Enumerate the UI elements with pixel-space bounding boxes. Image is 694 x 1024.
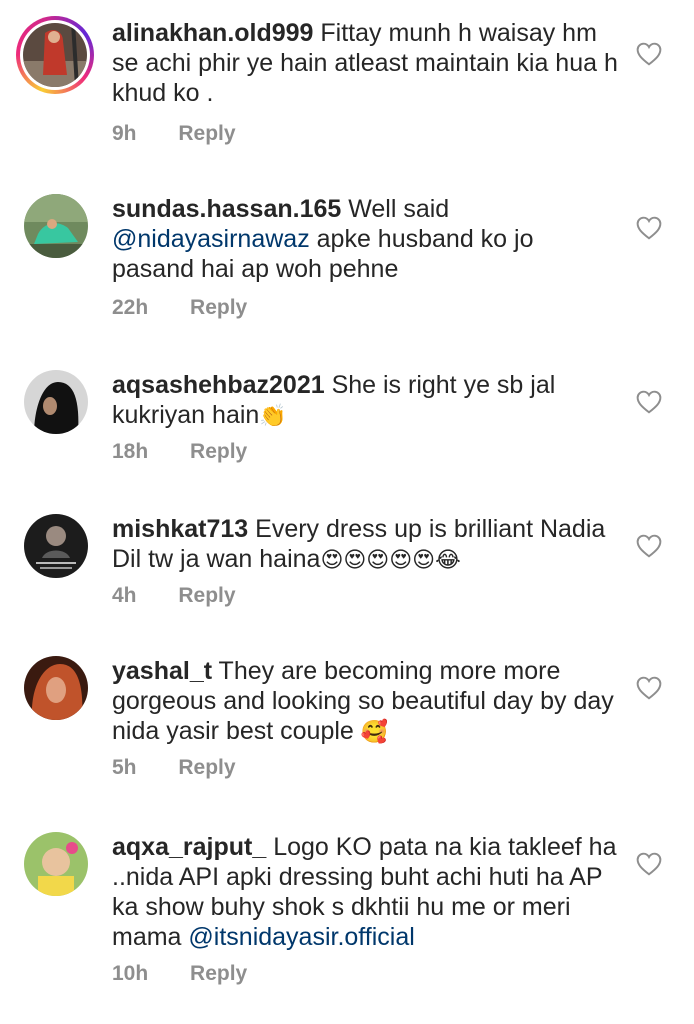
heart-outline-icon	[636, 852, 662, 876]
heart-outline-icon	[636, 216, 662, 240]
comment-time: 22h	[112, 296, 149, 319]
avatar[interactable]	[24, 514, 88, 578]
comment-text: sundas.hassan.165 Well said @nidayasirna…	[112, 194, 622, 284]
comment-meta: 5h Reply	[112, 756, 236, 780]
comment-text: mishkat713 Every dress up is brilliant N…	[112, 514, 622, 576]
avatar[interactable]	[24, 832, 88, 896]
reply-button[interactable]: Reply	[190, 440, 247, 464]
like-button[interactable]	[636, 534, 664, 560]
like-button[interactable]	[636, 42, 664, 68]
smiling-hearts-emoji: 🥰	[360, 720, 389, 745]
avatar-image-icon	[24, 656, 88, 720]
comment-body: Well said	[341, 195, 450, 223]
comment-time: 5h	[112, 756, 137, 779]
like-button[interactable]	[636, 676, 664, 702]
like-button[interactable]	[636, 852, 664, 878]
comment-text: aqsashehbaz2021 She is right ye sb jal k…	[112, 370, 622, 432]
comment-time: 10h	[112, 962, 149, 985]
like-button[interactable]	[636, 216, 664, 242]
reply-button[interactable]: Reply	[178, 584, 235, 608]
avatar[interactable]	[24, 194, 88, 258]
reply-button[interactable]: Reply	[178, 122, 235, 146]
avatar-image-icon	[24, 370, 88, 434]
heart-eyes-laughing-emoji: 😍😍😍😍😍😂	[320, 548, 461, 573]
comment-username[interactable]: alinakhan.old999	[112, 19, 313, 47]
comment-username[interactable]: yashal_t	[112, 657, 212, 685]
avatar-image-icon	[24, 194, 88, 258]
mention-link[interactable]: @nidayasirnawaz	[112, 225, 310, 253]
comment-username[interactable]: aqsashehbaz2021	[112, 371, 325, 399]
comment-username[interactable]: aqxa_rajput_	[112, 833, 266, 861]
clapping-hands-emoji: 👏	[259, 404, 287, 429]
heart-outline-icon	[636, 42, 662, 66]
reply-button[interactable]: Reply	[190, 296, 247, 320]
comment-text: alinakhan.old999 Fittay munh h waisay hm…	[112, 18, 622, 108]
avatar[interactable]	[24, 370, 88, 434]
heart-outline-icon	[636, 390, 662, 414]
comment-meta: 10h Reply	[112, 962, 247, 986]
comment-meta: 9h Reply	[112, 122, 236, 146]
comment-time: 4h	[112, 584, 137, 607]
comment-meta: 4h Reply	[112, 584, 236, 608]
reply-button[interactable]: Reply	[178, 756, 235, 780]
heart-outline-icon	[636, 676, 662, 700]
avatar-image-icon	[24, 832, 88, 896]
comment-time: 18h	[112, 440, 149, 463]
like-button[interactable]	[636, 390, 664, 416]
avatar-image-icon	[23, 23, 87, 87]
comment-text: aqxa_rajput_ Logo KO pata na kia takleef…	[112, 832, 622, 952]
comment-text: yashal_t They are becoming more more gor…	[112, 656, 622, 748]
comment-username[interactable]: mishkat713	[112, 515, 248, 543]
avatar[interactable]	[23, 23, 87, 87]
comment-meta: 22h Reply	[112, 296, 247, 320]
avatar-story-ring[interactable]	[16, 16, 94, 94]
avatar[interactable]	[24, 656, 88, 720]
comment-username[interactable]: sundas.hassan.165	[112, 195, 341, 223]
reply-button[interactable]: Reply	[190, 962, 247, 986]
comment-meta: 18h Reply	[112, 440, 247, 464]
avatar-image-icon	[24, 514, 88, 578]
heart-outline-icon	[636, 534, 662, 558]
mention-link[interactable]: @itsnidayasir.official	[188, 923, 414, 951]
comment-time: 9h	[112, 122, 137, 145]
